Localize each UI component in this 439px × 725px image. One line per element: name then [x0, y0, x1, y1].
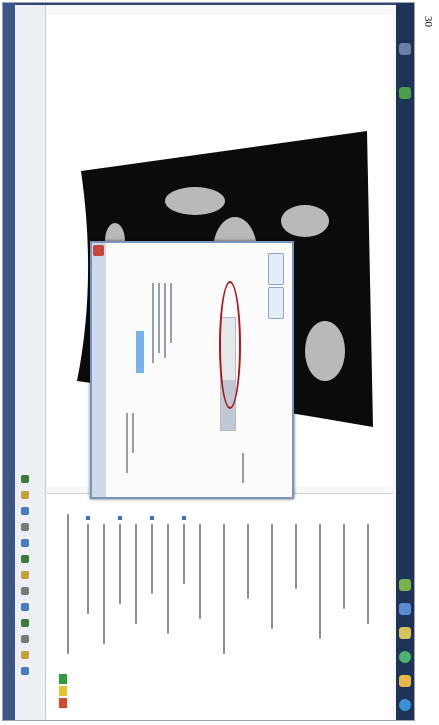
dialog-button[interactable] — [268, 287, 284, 319]
folder-icon[interactable] — [399, 627, 411, 639]
tool-icon[interactable] — [21, 523, 29, 531]
chrome-icon[interactable] — [399, 651, 411, 663]
dialog-text-line — [242, 453, 244, 483]
toc-layer-entry[interactable] — [183, 524, 185, 584]
app-icon[interactable] — [399, 579, 411, 591]
color-ramp-swatch — [59, 686, 67, 696]
color-ramp-swatch — [59, 674, 67, 684]
layer-icon — [86, 516, 90, 520]
toc-layer-entry[interactable] — [167, 524, 169, 634]
toc-layer-entry[interactable] — [367, 524, 369, 624]
page-number: 30 — [422, 16, 434, 27]
tool-icon[interactable] — [21, 619, 29, 627]
dialog-text-line — [132, 413, 134, 453]
tool-icon[interactable] — [21, 475, 29, 483]
screen-photo — [2, 2, 415, 721]
dialog-text-line — [170, 283, 172, 343]
taskbar — [396, 3, 414, 720]
dialog-text-line — [164, 283, 166, 358]
toc-layer-entry[interactable] — [319, 524, 321, 639]
dialog-text-line — [152, 283, 154, 363]
toc-layer-entry[interactable] — [199, 524, 201, 619]
explorer-icon[interactable] — [399, 675, 411, 687]
color-ramp-swatch — [59, 698, 67, 708]
toc-layer-entry[interactable] — [67, 514, 69, 654]
tool-icon[interactable] — [21, 491, 29, 499]
layer-icon — [150, 516, 154, 520]
tool-icon[interactable] — [21, 571, 29, 579]
annotation-circle — [219, 281, 241, 409]
dialog-text-line — [158, 283, 160, 353]
volume-icon[interactable] — [399, 43, 411, 55]
table-of-contents-panel — [47, 493, 393, 720]
toc-layer-entry[interactable] — [135, 524, 137, 624]
toolbar — [15, 5, 46, 720]
tool-icon[interactable] — [21, 667, 29, 675]
toc-layer-entry[interactable] — [151, 524, 153, 594]
tool-icon[interactable] — [21, 539, 29, 547]
tool-icon[interactable] — [21, 507, 29, 515]
toc-layer-entry[interactable] — [247, 524, 249, 599]
start-orb-icon[interactable] — [399, 699, 411, 711]
app-icon[interactable] — [399, 603, 411, 615]
tool-icon[interactable] — [21, 587, 29, 595]
toc-layer-entry[interactable] — [87, 524, 89, 614]
dialog-button[interactable] — [268, 253, 284, 285]
toc-layer-entry[interactable] — [295, 524, 297, 589]
toc-layer-entry[interactable] — [103, 524, 105, 644]
tool-icon[interactable] — [21, 651, 29, 659]
selected-item-highlight — [136, 331, 144, 373]
close-icon[interactable] — [93, 245, 104, 256]
tool-icon[interactable] — [21, 603, 29, 611]
window-title-strip — [3, 3, 15, 720]
layer-icon — [118, 516, 122, 520]
toc-layer-entry[interactable] — [223, 524, 225, 654]
toc-layer-entry[interactable] — [343, 524, 345, 609]
tool-icon[interactable] — [21, 635, 29, 643]
network-icon[interactable] — [399, 87, 411, 99]
toc-layer-entry[interactable] — [271, 524, 273, 629]
layer-icon — [182, 516, 186, 520]
tool-icon[interactable] — [21, 555, 29, 563]
dialog-text-line — [126, 413, 128, 473]
processing-dialog — [90, 241, 294, 499]
dialog-title-bar — [92, 243, 106, 497]
toc-layer-entry[interactable] — [119, 524, 121, 604]
